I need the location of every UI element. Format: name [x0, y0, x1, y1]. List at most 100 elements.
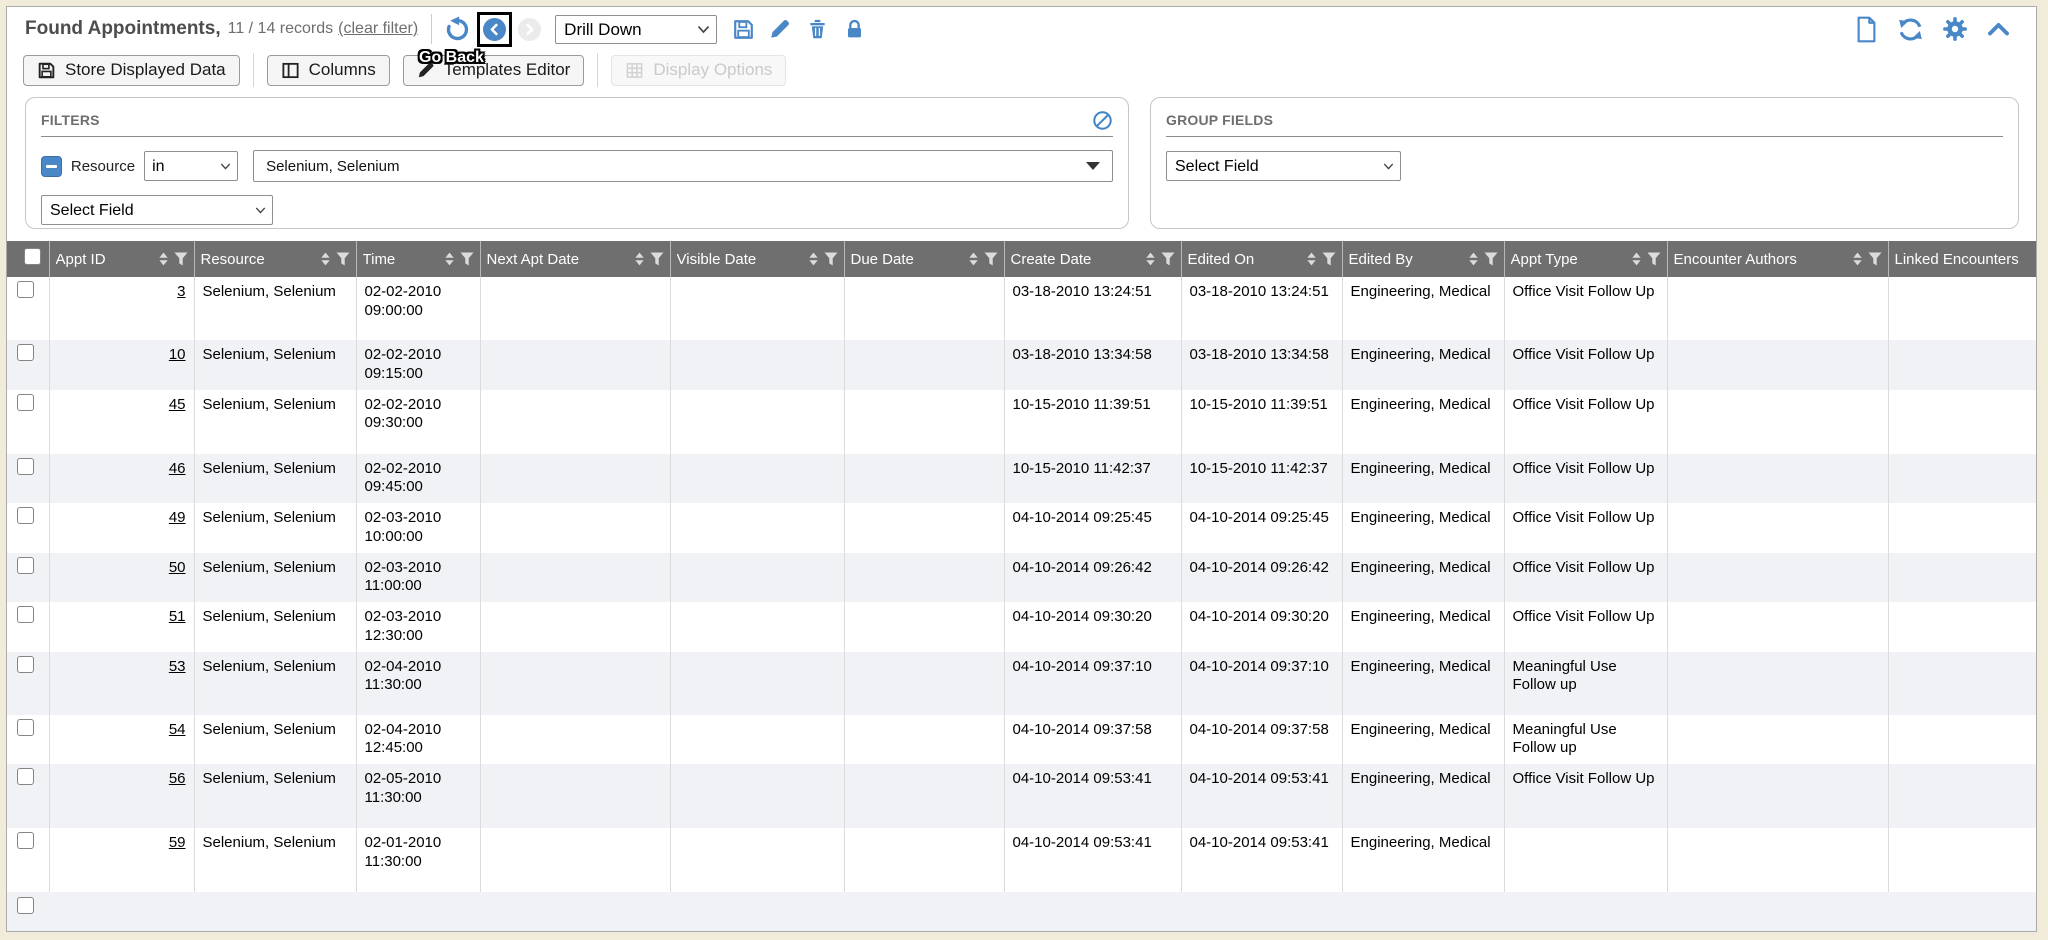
- filter-funnel-icon[interactable]: [1484, 252, 1498, 266]
- cell-next_apt_date: [480, 553, 670, 603]
- filter-funnel-icon[interactable]: [824, 252, 838, 266]
- cell-next_apt_date: [480, 828, 670, 892]
- columns-button[interactable]: Columns: [267, 55, 390, 86]
- row-checkbox[interactable]: [17, 897, 34, 914]
- cell-edited_on: 04-10-2014 09:25:45: [1181, 503, 1342, 553]
- filter-funnel-icon[interactable]: [1161, 252, 1175, 266]
- filters-header: FILTERS: [41, 108, 1113, 137]
- filter-funnel-icon[interactable]: [174, 252, 188, 266]
- row-checkbox[interactable]: [17, 507, 34, 524]
- row-checkbox[interactable]: [17, 606, 34, 623]
- group-field-select[interactable]: Select Field: [1166, 151, 1401, 181]
- cell-edited_on: 04-10-2014 09:53:41: [1181, 828, 1342, 892]
- sort-icon[interactable]: [1306, 252, 1317, 266]
- column-header-next_apt_date[interactable]: Next Apt Date: [480, 241, 670, 277]
- row-checkbox[interactable]: [17, 656, 34, 673]
- sort-icon[interactable]: [158, 252, 169, 266]
- display-options-button[interactable]: Display Options: [611, 55, 786, 86]
- cell-linked_encounters: [1888, 602, 2036, 652]
- column-header-edited_by[interactable]: Edited By: [1342, 241, 1504, 277]
- sort-icon[interactable]: [968, 252, 979, 266]
- row-select-cell: [7, 715, 49, 765]
- collapse-button[interactable]: [1985, 16, 2012, 43]
- sort-icon[interactable]: [1852, 252, 1863, 266]
- appt-id-link[interactable]: 50: [169, 559, 186, 576]
- remove-filter-button[interactable]: [41, 156, 62, 177]
- cell-next_apt_date: [480, 503, 670, 553]
- row-checkbox[interactable]: [17, 458, 34, 475]
- sort-icon[interactable]: [320, 252, 331, 266]
- appt-id-link[interactable]: 49: [169, 509, 186, 526]
- cell-encounter_authors: [1667, 764, 1888, 828]
- row-checkbox[interactable]: [17, 344, 34, 361]
- column-header-resource[interactable]: Resource: [194, 241, 356, 277]
- appt-id-link[interactable]: 56: [169, 770, 186, 787]
- appt-id-link[interactable]: 46: [169, 460, 186, 477]
- sort-icon[interactable]: [1145, 252, 1156, 266]
- cell-encounter_authors: [1667, 503, 1888, 553]
- sort-icon[interactable]: [808, 252, 819, 266]
- sort-icon[interactable]: [444, 252, 455, 266]
- row-checkbox[interactable]: [17, 768, 34, 785]
- filter-funnel-icon[interactable]: [460, 252, 474, 266]
- appt-id-link[interactable]: 54: [169, 721, 186, 738]
- appt-id-link[interactable]: 10: [169, 346, 186, 363]
- appt-id-link[interactable]: 59: [169, 834, 186, 851]
- filter-value-combo[interactable]: Selenium, Selenium: [253, 150, 1113, 182]
- cell-appt_id: 54: [49, 715, 194, 765]
- go-forward-button[interactable]: [518, 18, 541, 41]
- filter-funnel-icon[interactable]: [984, 252, 998, 266]
- appt-id-link[interactable]: 45: [169, 396, 186, 413]
- select-all-checkbox[interactable]: [24, 248, 41, 265]
- window-actions: [1853, 16, 2022, 43]
- sort-icon[interactable]: [1631, 252, 1642, 266]
- filter-funnel-icon[interactable]: [1647, 252, 1661, 266]
- column-header-time[interactable]: Time: [356, 241, 480, 277]
- column-header-appt_type[interactable]: Appt Type: [1504, 241, 1667, 277]
- cell-linked_encounters: [1888, 652, 2036, 715]
- clear-filters-button[interactable]: [1092, 110, 1113, 131]
- store-displayed-data-button[interactable]: Store Displayed Data: [23, 55, 240, 86]
- row-checkbox[interactable]: [17, 394, 34, 411]
- settings-button[interactable]: [1941, 16, 1968, 43]
- filter-funnel-icon[interactable]: [1868, 252, 1882, 266]
- column-header-encounter_authors[interactable]: Encounter Authors: [1667, 241, 1888, 277]
- filter-funnel-icon[interactable]: [336, 252, 350, 266]
- cell-encounter_authors: [1667, 715, 1888, 765]
- column-header-linked_encounters[interactable]: Linked Encounters: [1888, 241, 2036, 277]
- table-row: 59Selenium, Selenium02-01-2010 11:30:000…: [7, 828, 2036, 892]
- template-select[interactable]: Drill Down: [555, 15, 717, 44]
- appt-id-link[interactable]: 3: [177, 283, 185, 300]
- filter-operator-select[interactable]: in: [144, 151, 238, 181]
- edit-template-button[interactable]: [768, 17, 792, 41]
- save-template-button[interactable]: [731, 17, 755, 41]
- lock-icon: [844, 18, 865, 40]
- cell-encounter_authors: [1667, 602, 1888, 652]
- select-all-header: [7, 241, 49, 277]
- appt-id-link[interactable]: 51: [169, 608, 186, 625]
- column-header-appt_id[interactable]: Appt ID: [49, 241, 194, 277]
- cell-due_date: [844, 652, 1004, 715]
- grid-icon: [625, 61, 644, 80]
- filter-funnel-icon[interactable]: [1322, 252, 1336, 266]
- row-checkbox[interactable]: [17, 832, 34, 849]
- row-checkbox[interactable]: [17, 281, 34, 298]
- clear-filter-link[interactable]: (clear filter): [338, 20, 418, 38]
- sort-icon[interactable]: [634, 252, 645, 266]
- add-filter-field-select[interactable]: Select Field: [41, 195, 273, 225]
- sort-icon[interactable]: [1468, 252, 1479, 266]
- appt-id-link[interactable]: 53: [169, 658, 186, 675]
- column-header-due_date[interactable]: Due Date: [844, 241, 1004, 277]
- new-template-button[interactable]: [1853, 16, 1880, 43]
- filter-funnel-icon[interactable]: [650, 252, 664, 266]
- row-checkbox[interactable]: [17, 557, 34, 574]
- column-header-create_date[interactable]: Create Date: [1004, 241, 1181, 277]
- delete-template-button[interactable]: [805, 17, 829, 41]
- column-header-visible_date[interactable]: Visible Date: [670, 241, 844, 277]
- refresh-button[interactable]: [1897, 16, 1924, 43]
- undo-button[interactable]: [445, 16, 471, 42]
- lock-template-button[interactable]: [842, 17, 866, 41]
- column-header-edited_on[interactable]: Edited On: [1181, 241, 1342, 277]
- row-checkbox[interactable]: [17, 719, 34, 736]
- go-back-button[interactable]: [483, 18, 506, 41]
